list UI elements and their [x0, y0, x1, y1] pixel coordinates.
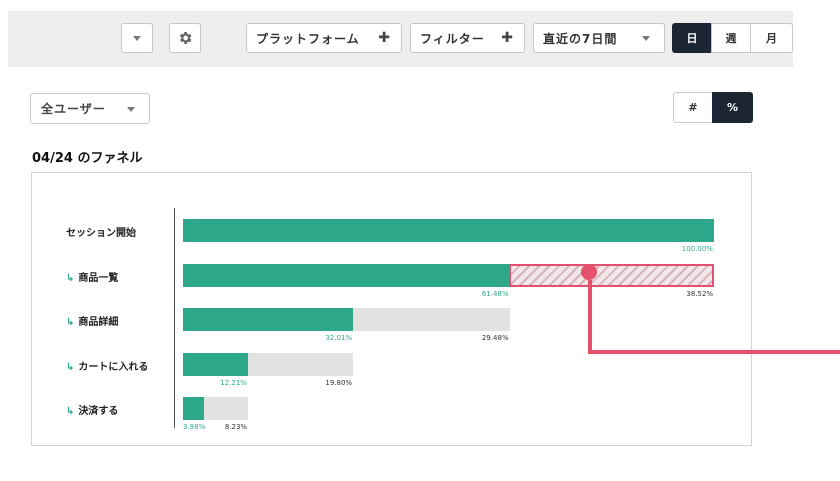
chevron-down-icon [642, 36, 650, 41]
settings-button[interactable] [169, 23, 201, 53]
collapse-dropdown-button[interactable] [121, 23, 153, 53]
annotation-callout-line [588, 280, 592, 354]
step-arrow-icon: ↳ [66, 406, 75, 417]
funnel-value-label: 32.01% [325, 334, 353, 342]
chevron-down-icon [127, 107, 135, 112]
funnel-bar-dropoff [204, 397, 248, 420]
funnel-step-label: ↳ 商品詳細 [66, 313, 118, 328]
date-range-label: 直近の7日間 [543, 31, 618, 46]
funnel-step-label: ↳ 商品一覧 [66, 269, 118, 284]
percent-mode-button[interactable]: % [712, 92, 753, 123]
funnel-bar-dropoff [352, 308, 510, 331]
date-range-select[interactable]: 直近の7日間 [533, 23, 665, 53]
step-arrow-icon: ↳ [66, 317, 75, 328]
granularity-week-button[interactable]: 週 [711, 23, 751, 53]
funnel-dropoff-label: 29.48% [481, 334, 509, 342]
funnel-bar-converted [183, 397, 205, 420]
user-segment-label: 全ユーザー [41, 102, 106, 116]
annotation-callout-line [588, 350, 840, 354]
funnel-title: 04/24 のファネル [32, 151, 143, 166]
step-arrow-icon: ↳ [66, 361, 75, 373]
gear-icon [179, 32, 192, 44]
funnel-step-name: 決済する [78, 406, 119, 417]
funnel-dropoff-label: 8.23% [224, 423, 248, 431]
funnel-bar-dropoff [247, 352, 353, 376]
funnel-bar-converted [183, 308, 353, 331]
funnel-step-label: ↳ 決済する [66, 402, 118, 417]
chart-axis-line [174, 208, 175, 428]
funnel-dropoff-label: 19.80% [325, 378, 353, 387]
count-mode-button[interactable]: # [673, 92, 713, 123]
funnel-value-label: 12.21% [220, 378, 247, 387]
funnel-bar-converted [183, 219, 714, 242]
plus-icon: ✚ [378, 30, 391, 46]
funnel-step-name: 商品一覧 [78, 272, 119, 284]
chevron-down-icon [133, 35, 141, 41]
filter-button[interactable]: フィルター ✚ [410, 23, 525, 53]
funnel-step-label: ↳ カートに入れる [66, 358, 148, 373]
step-arrow-icon: ↳ [66, 272, 75, 284]
platform-filter-button[interactable]: プラットフォーム ✚ [246, 23, 402, 53]
funnel-bar-converted [183, 352, 248, 376]
funnel-value-label: 3.98% [183, 423, 206, 431]
funnel-bar-converted [183, 263, 510, 287]
funnel-step-name: カートに入れる [78, 361, 149, 373]
funnel-value-label: 100.00% [681, 245, 713, 253]
funnel-bar-dropoff-highlighted [509, 263, 714, 287]
filter-label: フィルター [420, 31, 485, 46]
granularity-day-button[interactable]: 日 [672, 23, 712, 53]
plus-icon: ✚ [501, 30, 514, 46]
funnel-dropoff-label: 38.52% [686, 289, 714, 298]
platform-label: プラットフォーム [256, 31, 360, 46]
annotation-marker [581, 264, 597, 280]
funnel-step-label: セッション開始 [66, 224, 136, 239]
funnel-step-name: セッション開始 [66, 228, 136, 239]
user-segment-select[interactable]: 全ユーザー [30, 93, 150, 124]
funnel-value-label: 61.48% [481, 289, 509, 298]
funnel-step-name: 商品詳細 [78, 317, 119, 328]
toolbar: プラットフォーム ✚ フィルター ✚ 直近の7日間 日 週 月 [8, 11, 793, 67]
granularity-month-button[interactable]: 月 [750, 23, 793, 53]
